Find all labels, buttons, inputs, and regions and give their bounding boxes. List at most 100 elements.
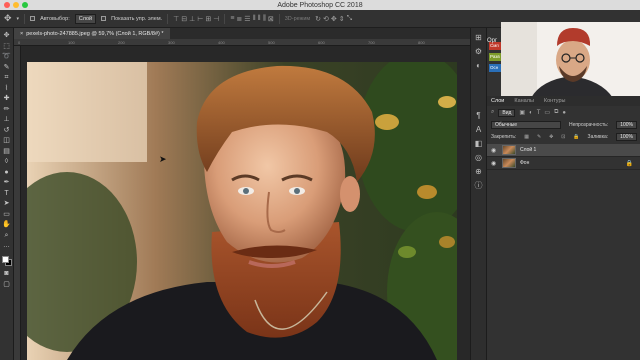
- 3d-scale-icon[interactable]: ⤡: [347, 15, 353, 23]
- 3d-rotate-icon[interactable]: ↻: [315, 15, 321, 23]
- shape-tool-icon[interactable]: ▭: [1, 211, 13, 218]
- color-swatches[interactable]: [1, 255, 13, 267]
- distribute-hcenter-icon[interactable]: ⦀: [258, 15, 261, 23]
- show-transform-label: Показать упр. элем.: [111, 15, 163, 22]
- vertical-ruler[interactable]: [14, 46, 21, 360]
- move-tool-icon[interactable]: ✥: [1, 32, 13, 39]
- healing-brush-icon[interactable]: ✚: [1, 95, 13, 102]
- document-tab-label: pexels-photo-247885.jpeg @ 59,7% (Слой 1…: [26, 30, 164, 37]
- more-tools-icon[interactable]: …: [1, 242, 13, 249]
- eyedropper-icon[interactable]: ⌇: [1, 85, 13, 92]
- crop-tool-icon[interactable]: ⌗: [1, 74, 13, 81]
- channels-icon[interactable]: ◎: [475, 154, 482, 162]
- distribute-top-icon[interactable]: ≡: [230, 15, 234, 22]
- document-tabs: × pexels-photo-247885.jpeg @ 59,7% (Слой…: [14, 28, 470, 39]
- right-panels: Смп Разв Осн Орг Слои Каналы Контуры ⌕ Вид ▣…: [486, 22, 640, 360]
- visibility-eye-icon[interactable]: ◉: [491, 147, 498, 154]
- blend-mode-dropdown[interactable]: Обычные: [491, 120, 561, 129]
- align-right-icon[interactable]: ⊣: [213, 15, 219, 23]
- align-buttons: ⊤ ⊟ ⊥ ⊢ ⊞ ⊣: [173, 15, 219, 23]
- fill-input[interactable]: 100%: [616, 132, 637, 141]
- autoselect-dropdown[interactable]: Слой: [74, 13, 97, 24]
- filter-kind-dropdown[interactable]: Вид: [498, 108, 516, 117]
- 3d-roll-icon[interactable]: ⟲: [323, 15, 329, 23]
- visibility-eye-icon[interactable]: ◉: [491, 160, 498, 167]
- align-center-icon[interactable]: ⊞: [205, 15, 211, 23]
- layer-thumbnail[interactable]: [502, 145, 516, 155]
- type-tool-icon[interactable]: T: [1, 190, 13, 197]
- opacity-input[interactable]: 100%: [616, 120, 637, 129]
- distribute-bottom-icon[interactable]: ☰: [244, 15, 250, 23]
- align-top-icon[interactable]: ⊤: [173, 15, 179, 23]
- layer-name[interactable]: Слой 1: [520, 147, 536, 153]
- canvas-area[interactable]: ➤: [21, 46, 470, 360]
- layer-row[interactable]: ◉ Слой 1: [487, 144, 640, 157]
- lock-artboard-icon[interactable]: ⊡: [561, 134, 565, 140]
- hand-tool-icon[interactable]: ✋: [1, 221, 13, 228]
- path-select-icon[interactable]: ➤: [1, 200, 13, 207]
- stamp-tool-icon[interactable]: ⊥: [1, 116, 13, 123]
- document-tab[interactable]: × pexels-photo-247885.jpeg @ 59,7% (Слой…: [14, 28, 170, 39]
- 3d-slide-icon[interactable]: ⇕: [339, 15, 345, 23]
- history-brush-icon[interactable]: ↺: [1, 127, 13, 134]
- layer-thumbnail[interactable]: [502, 158, 516, 168]
- zoom-window-button[interactable]: [22, 2, 28, 8]
- align-left-icon[interactable]: ⊢: [197, 15, 203, 23]
- chevron-down-icon[interactable]: ▾: [17, 16, 20, 22]
- filter-smart-icon[interactable]: ⧉: [554, 109, 558, 116]
- divider: [24, 13, 26, 24]
- lasso-tool-icon[interactable]: ➰: [1, 53, 13, 60]
- close-tab-icon[interactable]: ×: [20, 31, 23, 37]
- distribute-left-icon[interactable]: ⫴: [253, 15, 256, 23]
- filter-type-icon[interactable]: T: [537, 110, 541, 116]
- minimize-window-button[interactable]: [13, 2, 19, 8]
- distribute-center-icon[interactable]: ≣: [236, 15, 242, 23]
- filter-toggle-icon[interactable]: ●: [562, 110, 566, 116]
- quick-mask-icon[interactable]: ◙: [1, 270, 13, 277]
- layer-row[interactable]: ◉ Фон 🔒: [487, 157, 640, 170]
- screen-mode-icon[interactable]: ▢: [1, 281, 13, 288]
- pen-tool-icon[interactable]: ✒: [1, 179, 13, 186]
- zoom-tool-icon[interactable]: ⌕: [1, 232, 13, 239]
- paths-icon[interactable]: ⊕: [475, 168, 482, 176]
- dodge-icon[interactable]: ●: [1, 169, 13, 176]
- lock-position-icon[interactable]: ✥: [549, 134, 553, 140]
- lock-pixels-icon[interactable]: ▦: [524, 134, 529, 140]
- filter-adjustment-icon[interactable]: ◐: [529, 110, 533, 116]
- layer-name[interactable]: Фон: [520, 160, 529, 166]
- filter-pixel-icon[interactable]: ▣: [519, 109, 525, 116]
- paragraph-icon[interactable]: ¶: [476, 112, 480, 120]
- filter-shape-icon[interactable]: ▭: [544, 109, 550, 116]
- properties-icon[interactable]: ⚙: [475, 48, 482, 56]
- tab-channels[interactable]: Каналы: [514, 98, 534, 104]
- blur-icon[interactable]: ◊: [1, 158, 13, 165]
- info-icon[interactable]: ⓘ: [475, 182, 483, 190]
- window-titlebar: Adobe Photoshop CC 2018: [0, 0, 640, 10]
- history-icon[interactable]: ⊞: [475, 34, 482, 42]
- blend-row: Обычные Непрозрачность: 100%: [491, 120, 637, 129]
- lock-paint-icon[interactable]: ✎: [537, 134, 541, 140]
- close-window-button[interactable]: [4, 2, 10, 8]
- adjustments-icon[interactable]: ◐: [476, 62, 481, 70]
- document-image[interactable]: [27, 62, 457, 360]
- lock-all-icon[interactable]: 🔒: [573, 134, 579, 140]
- align-middle-icon[interactable]: ⊟: [181, 15, 187, 23]
- quick-select-icon[interactable]: ✎: [1, 64, 13, 71]
- distribute-right-icon[interactable]: ⫼: [263, 15, 266, 23]
- auto-align-icon[interactable]: ⊠: [268, 15, 274, 23]
- show-transform-checkbox[interactable]: [101, 16, 107, 21]
- tab-layers[interactable]: Слои: [491, 98, 504, 104]
- move-tool-icon[interactable]: ✥: [4, 13, 12, 24]
- 3d-drag-icon[interactable]: ✥: [331, 15, 337, 23]
- autoselect-checkbox[interactable]: [30, 16, 36, 21]
- tab-paths[interactable]: Контуры: [544, 98, 566, 104]
- eraser-icon[interactable]: ◫: [1, 137, 13, 144]
- type-icon[interactable]: A: [476, 126, 481, 134]
- align-bottom-icon[interactable]: ⊥: [189, 15, 195, 23]
- brush-tool-icon[interactable]: ✏: [1, 106, 13, 113]
- layers-icon[interactable]: ◧: [475, 140, 483, 148]
- horizontal-ruler[interactable]: 0 100 200 300 400 500 600 700 800: [14, 39, 470, 46]
- foreground-color-swatch[interactable]: [1, 255, 9, 263]
- marquee-tool-icon[interactable]: ⬚: [1, 43, 13, 50]
- gradient-icon[interactable]: ▤: [1, 148, 13, 155]
